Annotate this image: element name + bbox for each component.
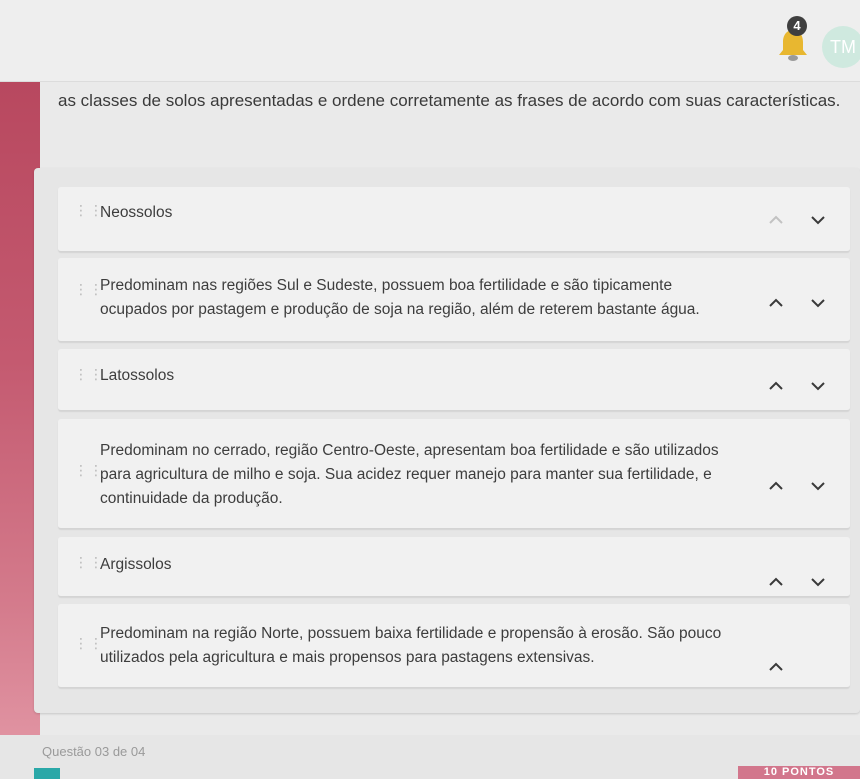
drag-handle-icon[interactable]: ⋮⋮ [74,282,103,300]
progress-indicator [34,768,60,779]
move-up-button[interactable] [764,656,788,678]
top-bar: 4 TM [0,0,860,82]
move-down-button[interactable] [806,209,830,231]
order-item[interactable]: ⋮⋮ Neossolos [58,187,850,252]
order-item-text: Neossolos [100,204,173,221]
order-item[interactable]: ⋮⋮ Argissolos [58,537,850,597]
move-up-button[interactable] [764,375,788,397]
user-avatar[interactable]: TM [822,26,860,68]
order-item-text: Predominam na região Norte, possuem baix… [100,625,722,666]
drag-handle-icon[interactable]: ⋮⋮ [74,463,103,481]
chevron-up-icon [769,481,783,490]
points-badge: 10 PONTOS [738,766,860,779]
chevron-up-icon [769,381,783,390]
move-down-button[interactable] [806,292,830,314]
chevron-down-icon [811,382,825,391]
order-item-text: Latossolos [100,367,175,384]
chevron-down-icon [811,299,825,308]
chevron-up-icon [769,662,783,671]
drag-handle-icon[interactable]: ⋮⋮ [74,555,103,573]
chevron-down-icon [811,578,825,587]
order-item[interactable]: ⋮⋮ Predominam nas regiões Sul e Sudeste,… [58,258,850,342]
move-up-button[interactable] [764,571,788,593]
order-item-text: Predominam no cerrado, região Centro-Oes… [100,442,719,507]
chevron-up-icon [769,215,783,224]
chevron-down-icon [811,216,825,225]
chevron-up-icon [769,577,783,586]
move-down-button[interactable] [806,571,830,593]
order-item-text: Argissolos [100,556,172,573]
drag-handle-icon[interactable]: ⋮⋮ [74,636,103,654]
order-item[interactable]: ⋮⋮ Predominam na região Norte, possuem b… [58,604,850,688]
notification-badge: 4 [787,16,807,36]
drag-handle-icon[interactable]: ⋮⋮ [74,203,103,221]
move-up-button[interactable] [764,292,788,314]
move-up-button[interactable] [764,475,788,497]
chevron-up-icon [769,298,783,307]
question-counter: Questão 03 de 04 [42,744,146,759]
move-down-button[interactable] [806,475,830,497]
drag-handle-icon[interactable]: ⋮⋮ [74,367,103,385]
order-item[interactable]: ⋮⋮ Predominam no cerrado, região Centro-… [58,419,850,529]
order-item-text: Predominam nas regiões Sul e Sudeste, po… [100,277,700,318]
question-intro: as classes de solos apresentadas e orden… [58,91,841,110]
move-down-button[interactable] [806,375,830,397]
order-item[interactable]: ⋮⋮ Latossolos [58,349,850,411]
move-up-button[interactable] [764,209,788,231]
chevron-down-icon [811,482,825,491]
